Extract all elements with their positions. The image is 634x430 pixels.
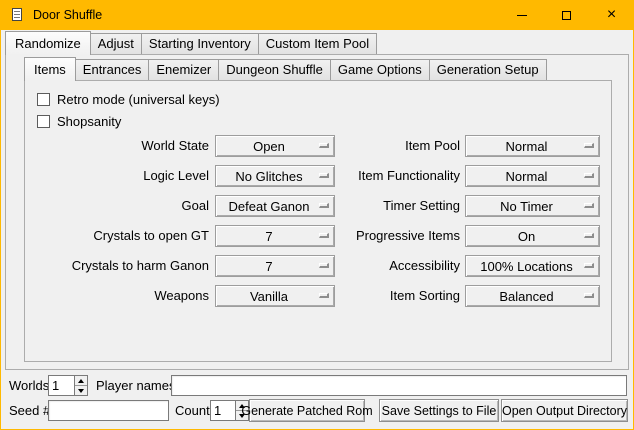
option-row: Goal Defeat Ganon Timer Setting No Timer bbox=[25, 195, 611, 217]
timer-setting-dropdown[interactable]: No Timer bbox=[465, 195, 600, 217]
spin-down-button[interactable] bbox=[75, 385, 87, 395]
retro-mode-row: Retro mode (universal keys) bbox=[37, 92, 220, 107]
count-input[interactable] bbox=[210, 400, 235, 421]
window-title: Door Shuffle bbox=[33, 8, 102, 22]
worlds-spinbox bbox=[48, 375, 88, 396]
option-row: Logic Level No Glitches Item Functionali… bbox=[25, 165, 611, 187]
weapons-value: Vanilla bbox=[250, 289, 288, 304]
dropdown-indicator-icon bbox=[584, 293, 594, 298]
player-names-label: Player names bbox=[96, 377, 175, 395]
crystals-gt-label: Crystals to open GT bbox=[25, 225, 209, 247]
seed-input[interactable] bbox=[48, 400, 169, 421]
open-output-directory-button[interactable]: Open Output Directory bbox=[501, 399, 628, 422]
progressive-items-dropdown[interactable]: On bbox=[465, 225, 600, 247]
arrow-up-icon bbox=[78, 379, 84, 383]
worlds-input[interactable] bbox=[48, 375, 74, 396]
crystals-ganon-label: Crystals to harm Ganon bbox=[25, 255, 209, 277]
dropdown-indicator-icon bbox=[584, 263, 594, 268]
item-functionality-label: Item Functionality bbox=[315, 165, 460, 187]
subtab-items[interactable]: Items bbox=[24, 57, 76, 81]
dropdown-indicator-icon bbox=[584, 173, 594, 178]
shopsanity-checkbox[interactable] bbox=[37, 115, 50, 128]
spin-up-button[interactable] bbox=[75, 376, 87, 385]
retro-mode-checkbox[interactable] bbox=[37, 93, 50, 106]
option-row: Crystals to harm Ganon 7 Accessibility 1… bbox=[25, 255, 611, 277]
dropdown-indicator-icon bbox=[584, 233, 594, 238]
shopsanity-row: Shopsanity bbox=[37, 114, 121, 129]
item-functionality-value: Normal bbox=[506, 169, 548, 184]
close-icon: × bbox=[607, 7, 616, 23]
timer-setting-label: Timer Setting bbox=[315, 195, 460, 217]
maximize-button[interactable] bbox=[544, 0, 589, 30]
shopsanity-label: Shopsanity bbox=[57, 114, 121, 129]
tab-custom-item-pool[interactable]: Custom Item Pool bbox=[258, 33, 377, 54]
retro-mode-label: Retro mode (universal keys) bbox=[57, 92, 220, 107]
minimize-icon bbox=[517, 15, 527, 16]
accessibility-dropdown[interactable]: 100% Locations bbox=[465, 255, 600, 277]
subtab-game-options[interactable]: Game Options bbox=[330, 59, 430, 80]
accessibility-label: Accessibility bbox=[315, 255, 460, 277]
item-sorting-label: Item Sorting bbox=[315, 285, 460, 307]
timer-setting-value: No Timer bbox=[500, 199, 553, 214]
logic-level-value: No Glitches bbox=[235, 169, 302, 184]
world-state-label: World State bbox=[25, 135, 209, 157]
subtab-dungeon-shuffle[interactable]: Dungeon Shuffle bbox=[218, 59, 331, 80]
close-button[interactable]: × bbox=[589, 0, 634, 30]
worlds-spin-arrows bbox=[74, 375, 88, 396]
generate-patched-rom-button[interactable]: Generate Patched Rom bbox=[249, 399, 365, 422]
worlds-label: Worlds bbox=[9, 377, 49, 395]
logic-level-label: Logic Level bbox=[25, 165, 209, 187]
tab-adjust[interactable]: Adjust bbox=[90, 33, 142, 54]
progressive-items-value: On bbox=[518, 229, 535, 244]
sub-tab-bar: Items Entrances Enemizer Dungeon Shuffle… bbox=[24, 57, 546, 80]
seed-label: Seed # bbox=[9, 402, 50, 420]
progressive-items-label: Progressive Items bbox=[315, 225, 460, 247]
weapons-label: Weapons bbox=[25, 285, 209, 307]
subtab-enemizer[interactable]: Enemizer bbox=[148, 59, 219, 80]
arrow-down-icon bbox=[78, 389, 84, 393]
item-pool-label: Item Pool bbox=[315, 135, 460, 157]
item-pool-value: Normal bbox=[506, 139, 548, 154]
goal-label: Goal bbox=[25, 195, 209, 217]
crystals-ganon-value: 7 bbox=[265, 259, 272, 274]
items-pane: Retro mode (universal keys) Shopsanity W… bbox=[24, 80, 612, 362]
tab-randomize[interactable]: Randomize bbox=[5, 31, 91, 55]
app-icon bbox=[9, 7, 25, 23]
item-pool-dropdown[interactable]: Normal bbox=[465, 135, 600, 157]
main-tab-bar: Randomize Adjust Starting Inventory Cust… bbox=[5, 31, 376, 54]
randomize-pane: Items Entrances Enemizer Dungeon Shuffle… bbox=[5, 54, 629, 370]
minimize-button[interactable] bbox=[499, 0, 544, 30]
save-settings-button[interactable]: Save Settings to File bbox=[379, 399, 499, 422]
goal-value: Defeat Ganon bbox=[229, 199, 310, 214]
option-row: World State Open Item Pool Normal bbox=[25, 135, 611, 157]
count-label: Count bbox=[175, 402, 210, 420]
accessibility-value: 100% Locations bbox=[480, 259, 573, 274]
client-area: Randomize Adjust Starting Inventory Cust… bbox=[1, 30, 633, 429]
maximize-icon bbox=[562, 11, 571, 20]
item-functionality-dropdown[interactable]: Normal bbox=[465, 165, 600, 187]
dropdown-indicator-icon bbox=[584, 143, 594, 148]
option-row: Weapons Vanilla Item Sorting Balanced bbox=[25, 285, 611, 307]
crystals-gt-value: 7 bbox=[265, 229, 272, 244]
window-controls: × bbox=[499, 0, 634, 30]
subtab-generation-setup[interactable]: Generation Setup bbox=[429, 59, 547, 80]
titlebar: Door Shuffle × bbox=[0, 0, 634, 30]
option-row: Crystals to open GT 7 Progressive Items … bbox=[25, 225, 611, 247]
item-sorting-dropdown[interactable]: Balanced bbox=[465, 285, 600, 307]
subtab-entrances[interactable]: Entrances bbox=[75, 59, 150, 80]
item-sorting-value: Balanced bbox=[499, 289, 553, 304]
tab-starting-inventory[interactable]: Starting Inventory bbox=[141, 33, 259, 54]
dropdown-indicator-icon bbox=[584, 203, 594, 208]
window: Door Shuffle × Randomize Adjust Starting… bbox=[0, 0, 634, 430]
player-names-input[interactable] bbox=[171, 375, 627, 396]
world-state-value: Open bbox=[253, 139, 285, 154]
